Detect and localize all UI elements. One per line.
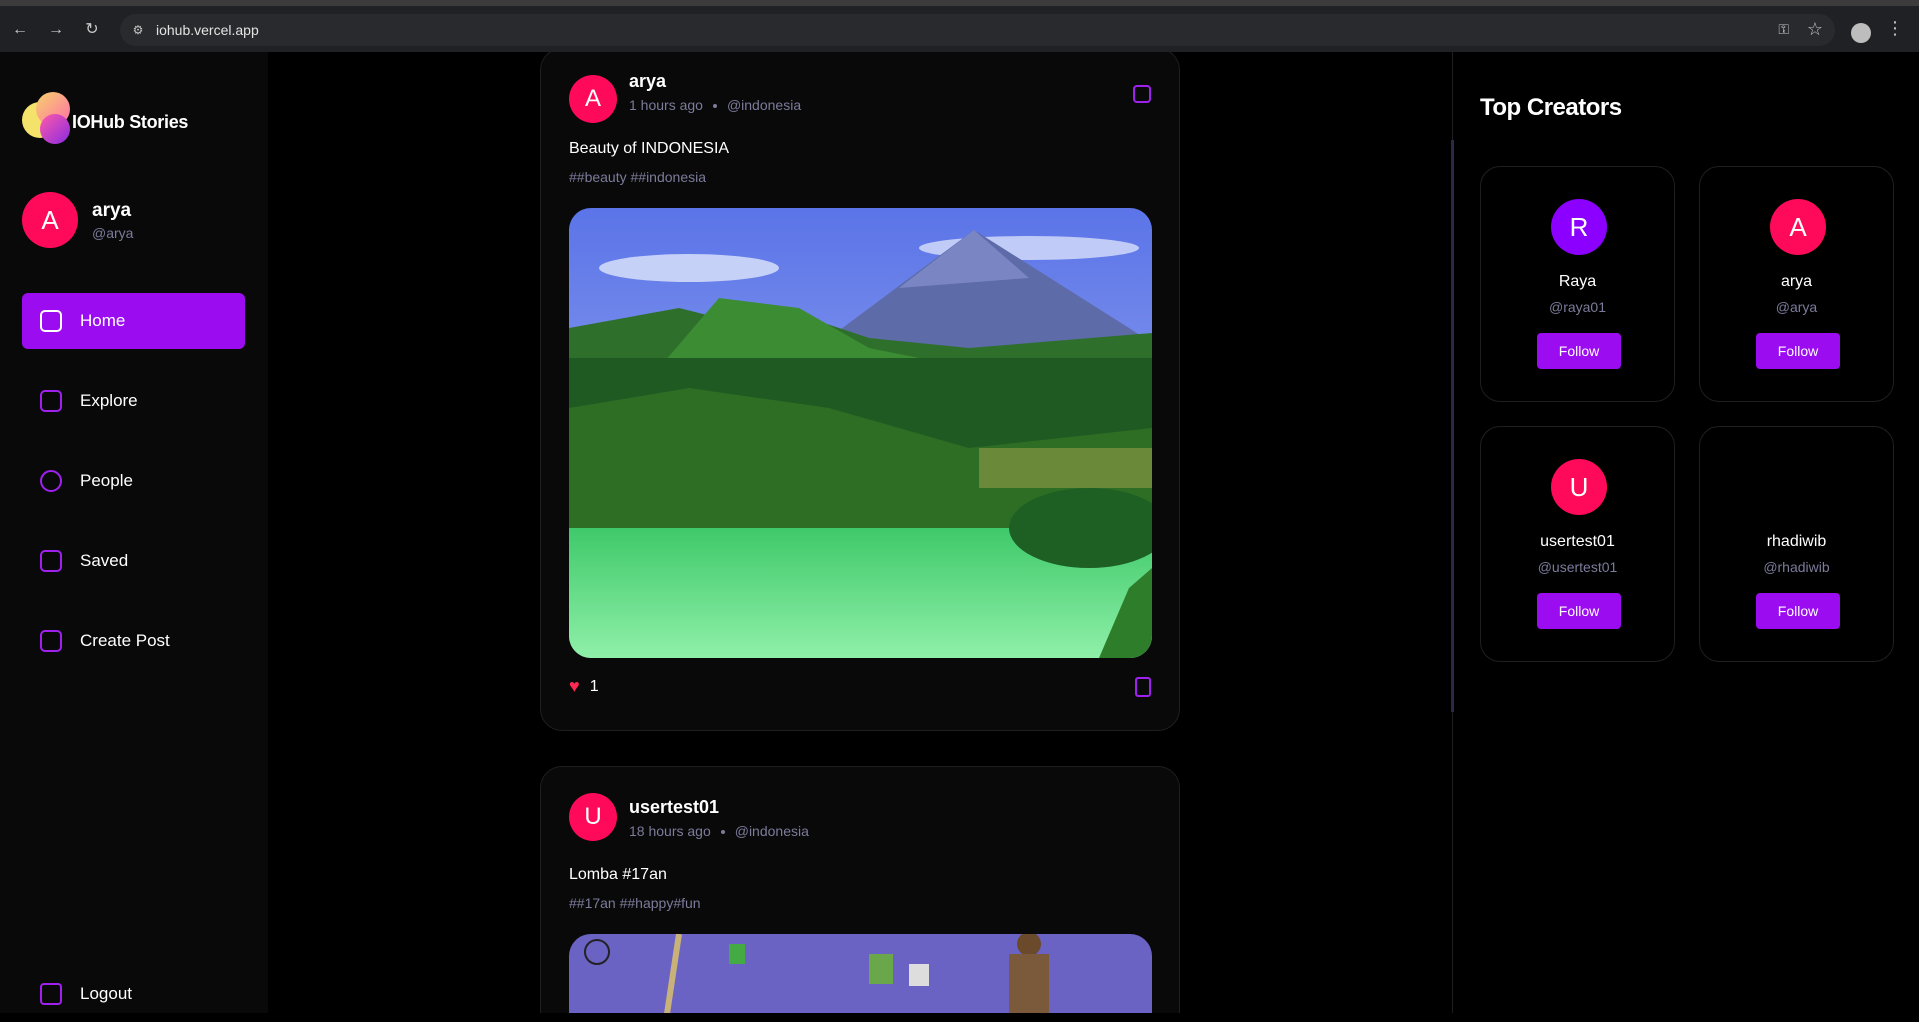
nav-item-explore[interactable]: Explore — [22, 373, 245, 429]
create-post-icon — [40, 630, 62, 652]
creator-card[interactable]: A arya @arya Follow — [1699, 166, 1894, 402]
like-button[interactable]: ♥ 1 — [569, 676, 599, 697]
creator-name: Raya — [1558, 273, 1597, 290]
bookmark-icon — [40, 550, 62, 572]
browser-toolbar: ← → ↻ ⚙ iohub.vercel.app ⚿ ☆ ⋮ — [0, 0, 1919, 52]
post-caption: Lomba #17an — [569, 866, 667, 883]
user-handle: @arya — [92, 225, 134, 241]
post-meta: 18 hours ago @indonesia — [629, 823, 809, 839]
creator-card[interactable]: rhadiwib @rhadiwib Follow — [1699, 426, 1894, 662]
logout-button[interactable]: Logout — [22, 966, 245, 1022]
post-time: 18 hours ago — [629, 823, 711, 839]
creator-card[interactable]: R Raya @raya01 Follow — [1480, 166, 1675, 402]
logo-mark-part — [40, 114, 70, 144]
people-icon — [40, 470, 62, 492]
separator-dot — [712, 104, 717, 109]
current-user-profile[interactable]: A arya @arya — [22, 192, 133, 248]
password-key-icon[interactable]: ⚿ — [1778, 21, 1789, 38]
festival-image — [569, 934, 1152, 1013]
nav-item-create-post[interactable]: Create Post — [22, 613, 245, 669]
post-image[interactable] — [569, 208, 1152, 658]
creator-handle: @usertest01 — [1537, 559, 1618, 575]
scrollbar[interactable] — [1451, 140, 1454, 712]
user-name: arya — [92, 200, 132, 221]
logout-icon — [40, 983, 62, 1005]
nav-label: People — [80, 471, 133, 490]
creator-name: arya — [1780, 273, 1813, 290]
creator-handle: @raya01 — [1548, 299, 1607, 315]
post-card: A arya 1 hours ago @indonesia Beauty of I… — [540, 52, 1180, 731]
avatar: A — [22, 192, 78, 248]
edit-icon[interactable] — [1133, 85, 1151, 103]
avatar: A — [1770, 199, 1826, 255]
follow-button[interactable]: Follow — [1537, 333, 1621, 369]
heart-icon: ♥ — [569, 676, 580, 696]
avatar: U — [1551, 459, 1607, 515]
app-logo[interactable]: IOHub Stories — [22, 92, 242, 148]
explore-icon — [40, 390, 62, 412]
post-caption: Beauty of INDONESIA — [569, 140, 730, 157]
creator-name: usertest01 — [1540, 533, 1615, 550]
bookmark-star-icon[interactable]: ☆ — [1807, 19, 1823, 40]
avatar[interactable]: U — [569, 793, 617, 841]
post-meta: 1 hours ago @indonesia — [629, 97, 801, 113]
nav-label: Create Post — [80, 631, 170, 650]
forward-icon[interactable]: → — [46, 20, 66, 40]
post-location: @indonesia — [734, 823, 809, 839]
logout-label: Logout — [80, 984, 132, 1003]
like-count: 1 — [589, 677, 599, 695]
post-author[interactable]: usertest01 — [629, 797, 719, 818]
home-icon — [40, 310, 62, 332]
browser-menu-icon[interactable]: ⋮ — [1886, 18, 1904, 39]
post-image[interactable] — [569, 934, 1152, 1013]
nav-item-saved[interactable]: Saved — [22, 533, 245, 589]
post-tags: ##beauty ##indonesia — [569, 169, 707, 185]
post-tags: ##17an ##happy#fun — [569, 895, 701, 911]
creator-handle: @arya — [1775, 299, 1818, 315]
post-author[interactable]: arya — [629, 71, 666, 92]
nav-label: Saved — [80, 551, 129, 570]
reload-icon[interactable]: ↻ — [82, 20, 102, 40]
site-settings-icon[interactable]: ⚙ — [130, 22, 146, 38]
address-bar[interactable]: ⚙ iohub.vercel.app ⚿ ☆ — [120, 14, 1835, 46]
browser-profile-icon[interactable] — [1851, 23, 1871, 43]
main-nav: Home Explore People Saved Create Post — [22, 293, 245, 693]
bookmark-icon[interactable] — [1135, 677, 1151, 697]
post-time: 1 hours ago — [629, 97, 703, 113]
separator-dot — [720, 830, 725, 835]
back-icon[interactable]: ← — [10, 20, 30, 40]
landscape-image — [569, 208, 1152, 658]
nav-label: Explore — [80, 391, 138, 410]
follow-button[interactable]: Follow — [1756, 333, 1840, 369]
follow-button[interactable]: Follow — [1537, 593, 1621, 629]
post-location: @indonesia — [726, 97, 802, 113]
creator-card[interactable]: U usertest01 @usertest01 Follow — [1480, 426, 1675, 662]
avatar: R — [1551, 199, 1607, 255]
creator-handle: @rhadiwib — [1763, 559, 1830, 575]
app-name: IOHub Stories — [72, 112, 189, 132]
post-feed[interactable]: A arya 1 hours ago @indonesia Beauty of I… — [268, 52, 1452, 1013]
left-sidebar: IOHub Stories A arya @arya Home Explore … — [0, 52, 268, 1013]
creator-name: rhadiwib — [1766, 533, 1827, 550]
nav-item-people[interactable]: People — [22, 453, 245, 509]
nav-label: Home — [80, 311, 126, 330]
post-card: U usertest01 18 hours ago @indonesia Lomb… — [540, 766, 1180, 1013]
right-sidebar: Top Creators R Raya @raya01 Follow A ary… — [1451, 52, 1919, 1013]
follow-button[interactable]: Follow — [1756, 593, 1840, 629]
url-text[interactable]: iohub.vercel.app — [156, 22, 259, 38]
nav-item-home[interactable]: Home — [22, 293, 245, 349]
top-creators-title: Top Creators — [1480, 94, 1622, 121]
avatar[interactable]: A — [569, 75, 617, 123]
